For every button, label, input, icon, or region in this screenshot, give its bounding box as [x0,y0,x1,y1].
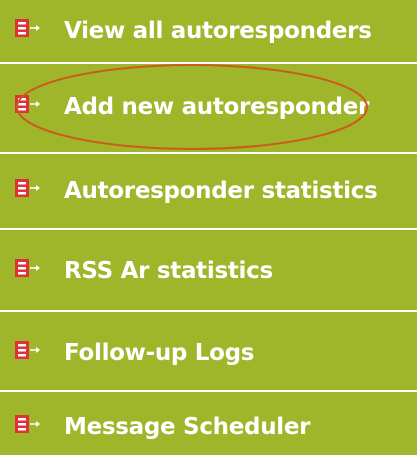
autoresponder-menu: View all autoresponders Add new autoresp… [0,0,417,455]
menu-item-label: Follow-up Logs [64,340,255,366]
menu-item-message-scheduler[interactable]: Message Scheduler [0,392,417,455]
menu-item-label: Add new autoresponder [64,94,370,120]
menu-item-label: RSS Ar statistics [64,258,273,284]
menu-item-label: View all autoresponders [64,18,372,44]
menu-item-follow-up-logs[interactable]: Follow-up Logs [0,312,417,390]
menu-item-autoresponder-statistics[interactable]: Autoresponder statistics [0,154,417,228]
menu-item-label: Message Scheduler [64,414,311,440]
menu-arrow-icon [15,414,41,436]
menu-arrow-icon [15,94,41,116]
menu-item-view-all-autoresponders[interactable]: View all autoresponders [0,0,417,62]
menu-item-rss-ar-statistics[interactable]: RSS Ar statistics [0,230,417,310]
menu-arrow-icon [15,178,41,200]
menu-item-add-new-autoresponder[interactable]: Add new autoresponder [0,64,417,152]
menu-arrow-icon [15,258,41,280]
menu-arrow-icon [15,18,41,40]
menu-item-label: Autoresponder statistics [64,178,378,204]
menu-arrow-icon [15,340,41,362]
